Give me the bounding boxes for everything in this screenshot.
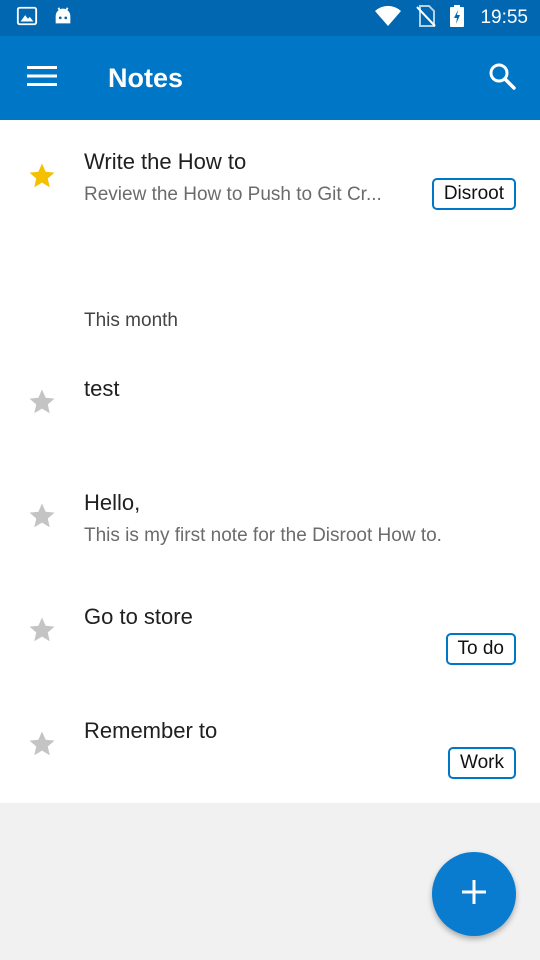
image-notification-icon <box>16 5 38 32</box>
note-tag: To do <box>445 633 516 665</box>
note-item[interactable]: Go to store To do <box>0 575 540 689</box>
star-icon <box>27 501 57 536</box>
notes-list: Write the How to Review the How to Push … <box>0 120 540 803</box>
android-notification-icon <box>52 5 74 32</box>
wifi-icon <box>374 5 402 32</box>
note-preview: This is my first note for the Disroot Ho… <box>84 525 442 546</box>
star-toggle[interactable] <box>24 500 60 536</box>
note-title: Go to store <box>84 604 193 629</box>
plus-icon <box>461 879 487 910</box>
clock: 19:55 <box>480 7 528 28</box>
star-toggle[interactable] <box>24 614 60 650</box>
star-icon <box>27 161 57 196</box>
note-item[interactable]: Write the How to Review the How to Push … <box>0 120 540 234</box>
star-icon <box>27 615 57 650</box>
note-title: Write the How to <box>84 149 247 174</box>
star-toggle[interactable] <box>24 160 60 196</box>
note-preview: Review the How to Push to Git Cr... <box>84 184 382 205</box>
star-icon <box>27 729 57 764</box>
no-sim-icon <box>416 4 437 32</box>
add-note-button[interactable] <box>432 852 516 936</box>
note-item[interactable]: test <box>0 347 540 461</box>
search-icon <box>488 62 516 95</box>
search-button[interactable] <box>464 36 540 120</box>
note-tag: Work <box>448 747 516 779</box>
note-item[interactable]: Remember to Work <box>0 689 540 803</box>
menu-button[interactable] <box>0 36 84 120</box>
star-icon <box>27 387 57 422</box>
section-header: This month <box>84 310 178 331</box>
note-item[interactable]: Hello, This is my first note for the Dis… <box>0 461 540 575</box>
hamburger-icon <box>27 65 57 92</box>
note-title: Hello, <box>84 490 141 515</box>
star-toggle[interactable] <box>24 728 60 764</box>
note-title: test <box>84 376 120 401</box>
app-bar: Notes <box>0 36 540 120</box>
note-tag: Disroot <box>431 178 516 210</box>
status-bar: 19:55 <box>0 0 540 36</box>
note-title: Remember to <box>84 718 218 743</box>
star-toggle[interactable] <box>24 386 60 422</box>
battery-charging-icon <box>450 4 465 32</box>
page-title: Notes <box>108 62 184 93</box>
